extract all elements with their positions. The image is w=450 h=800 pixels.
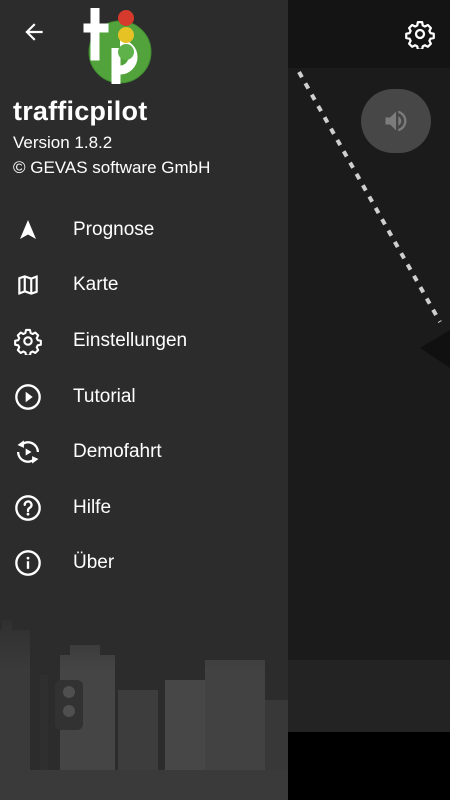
app-version: Version 1.8.2 [13, 133, 113, 152]
replay-icon [14, 438, 42, 466]
menu-label-hilfe: Hilfe [73, 496, 112, 518]
menu-item-prognose[interactable]: Prognose [0, 202, 288, 258]
navigation-arrow-icon [14, 216, 42, 244]
navigation-drawer: trafficpilot Version 1.8.2 © GEVAS softw… [0, 0, 288, 800]
app-copyright: © GEVAS software GmbH [13, 158, 211, 177]
menu-item-ueber[interactable]: Über [0, 536, 288, 592]
menu-label-ueber: Über [73, 552, 115, 574]
city-skyline-illustration [0, 600, 288, 800]
map-settings-button[interactable] [398, 12, 442, 56]
menu-label-karte: Karte [73, 274, 119, 296]
gear-icon [405, 21, 435, 49]
menu-item-demofahrt[interactable]: Demofahrt [0, 424, 288, 480]
play-circle-icon [14, 383, 42, 411]
map-icon [14, 271, 42, 299]
menu-label-demofahrt: Demofahrt [73, 441, 162, 463]
info-circle-icon [14, 549, 42, 577]
menu-label-einstellungen: Einstellungen [73, 329, 188, 351]
drawer-menu: Prognose Karte Einstellungen Tutorial De… [0, 202, 288, 591]
menu-item-karte[interactable]: Karte [0, 258, 288, 314]
menu-item-tutorial[interactable]: Tutorial [0, 369, 288, 425]
back-button[interactable] [12, 12, 56, 52]
menu-item-einstellungen[interactable]: Einstellungen [0, 313, 288, 369]
help-circle-icon [14, 494, 42, 522]
gear-icon [14, 327, 42, 355]
arrow-back-icon [25, 23, 43, 41]
menu-label-tutorial: Tutorial [73, 385, 136, 407]
menu-label-prognose: Prognose [73, 218, 155, 240]
volume-icon [385, 110, 407, 132]
menu-item-hilfe[interactable]: Hilfe [0, 480, 288, 536]
trafficpilot-logo [83, 8, 152, 84]
app-name: trafficpilot [13, 96, 148, 126]
sound-toggle-button[interactable] [361, 89, 431, 153]
